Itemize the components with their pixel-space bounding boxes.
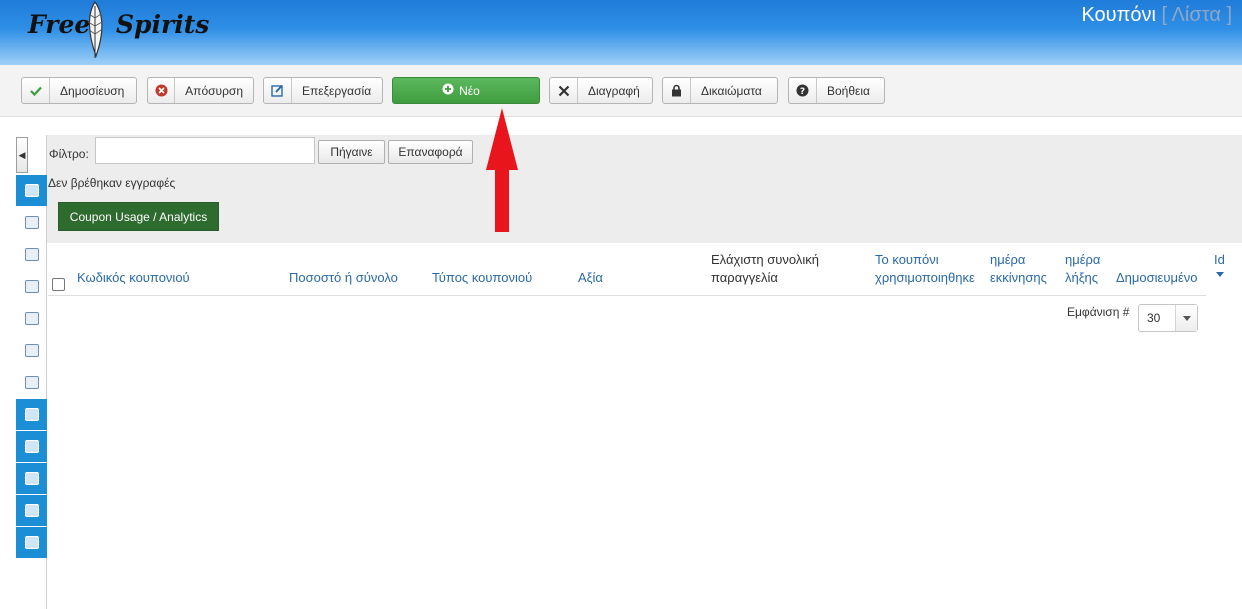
sidebar-item-pages[interactable] (16, 399, 47, 430)
sidebar-item-install[interactable] (16, 463, 47, 494)
new-button[interactable]: Νέο (392, 77, 540, 104)
header-bar: Free Spirits Κουπόνι [ Λίστα ] (0, 0, 1242, 65)
publish-button-label: Δημοσίευση (60, 83, 125, 98)
reports-icon (24, 312, 39, 325)
unpublish-button[interactable]: Απόσυρση (147, 77, 254, 104)
calendar-icon (24, 344, 39, 357)
edit-button-label: Επεξεργασία (302, 83, 372, 98)
install-icon (24, 472, 39, 485)
logo-word-spirits: Spirits (116, 10, 210, 39)
delete-button-label: Διαγραφή (588, 83, 640, 98)
column-header-published[interactable]: Δημοσιευμένο (1116, 269, 1197, 287)
column-header-coupon-code[interactable]: Κωδικός κουπονιού (77, 269, 190, 287)
go-button[interactable]: Πήγαινε (318, 140, 385, 164)
sidebar-collapse-toggle[interactable]: ◀ (16, 137, 28, 173)
sidebar: ◀ (0, 135, 47, 609)
permissions-button-label: Δικαιώματα (701, 83, 762, 98)
column-header-percent-or-total[interactable]: Ποσοστό ή σύνολο (289, 269, 398, 287)
chevron-down-icon (1175, 305, 1197, 331)
display-limit-select[interactable]: 30 (1138, 304, 1198, 332)
reset-button[interactable]: Επαναφορά (388, 140, 473, 164)
column-header-used[interactable]: Το κουπόνι χρησιμοποιηθηκε (875, 251, 975, 287)
filter-input[interactable] (95, 137, 315, 164)
table-header: Κωδικός κουπονιού Ποσοστό ή σύνολο Τύπος… (48, 244, 1225, 296)
sidebar-item-extensions[interactable] (16, 527, 47, 558)
red-arrow-annotation (486, 108, 518, 232)
sidebar-item-coupons[interactable] (16, 175, 47, 206)
lock-icon (663, 78, 691, 103)
site-logo[interactable]: Free Spirits (26, 0, 210, 58)
filter-panel: Φίλτρο: Πήγαινε Επαναφορά Δεν βρέθηκαν ε… (47, 135, 1242, 243)
display-limit-label: Εμφάνιση # (1067, 305, 1130, 319)
edit-button[interactable]: Επεξεργασία (263, 77, 383, 104)
edit-icon (264, 78, 292, 103)
column-header-start-date[interactable]: ημέρα εκκίνησης (990, 251, 1047, 287)
orders-icon (24, 280, 39, 293)
sidebar-item-settings[interactable] (16, 495, 47, 526)
help-button-label: Βοήθεια (827, 83, 870, 98)
filter-label: Φίλτρο: (49, 147, 89, 161)
sidebar-item-tools[interactable] (16, 431, 47, 462)
folders-icon (24, 216, 39, 229)
coupons-icon (24, 184, 39, 197)
sidebar-item-orders[interactable] (16, 271, 47, 302)
extensions-icon (24, 536, 39, 549)
pages-icon (24, 408, 39, 421)
unpublish-icon (148, 78, 176, 103)
display-limit-value: 30 (1147, 311, 1161, 325)
feather-icon (87, 0, 103, 58)
comments-icon (24, 376, 39, 389)
column-header-value[interactable]: Αξία (578, 269, 603, 287)
new-button-label: Νέο (459, 83, 480, 98)
sidebar-item-media[interactable] (16, 239, 47, 270)
column-header-id[interactable]: Id (1214, 251, 1225, 269)
column-header-min-order: Ελάχιστη συνολική παραγγελία (711, 252, 819, 285)
coupon-analytics-button[interactable]: Coupon Usage / Analytics (58, 202, 219, 231)
check-icon (22, 78, 50, 103)
tools-icon (24, 440, 39, 453)
media-icon (24, 248, 39, 261)
unpublish-button-label: Απόσυρση (185, 83, 243, 98)
page-title-main: Κουπόνι (1081, 4, 1156, 26)
sidebar-item-comments[interactable] (16, 367, 47, 398)
svg-text:?: ? (800, 87, 805, 97)
help-icon: ? (789, 78, 817, 103)
sidebar-item-folders[interactable] (16, 207, 47, 238)
delete-icon (550, 78, 578, 103)
sort-desc-icon (1216, 272, 1224, 277)
help-button[interactable]: ? Βοήθεια (788, 77, 885, 104)
publish-button[interactable]: Δημοσίευση (21, 77, 137, 104)
column-header-expiry-date[interactable]: ημέρα λήξης (1065, 251, 1100, 287)
sidebar-item-reports[interactable] (16, 303, 47, 334)
permissions-button[interactable]: Δικαιώματα (662, 77, 778, 104)
column-header-coupon-type[interactable]: Τύπος κουπονιού (432, 269, 532, 287)
page-title-subtitle: [ Λίστα ] (1161, 4, 1232, 26)
sidebar-item-calendar[interactable] (16, 335, 47, 366)
chevron-left-icon: ◀ (18, 149, 26, 160)
plus-circle-icon (442, 83, 454, 98)
toolbar: Δημοσίευση Απόσυρση Επεξεργασία Νέο Διαγ… (0, 65, 1242, 117)
no-records-message: Δεν βρέθηκαν εγγραφές (48, 176, 176, 190)
settings-icon (24, 504, 39, 517)
delete-button[interactable]: Διαγραφή (549, 77, 653, 104)
select-all-checkbox[interactable] (52, 278, 65, 291)
page-title: Κουπόνι [ Λίστα ] (1081, 4, 1232, 27)
